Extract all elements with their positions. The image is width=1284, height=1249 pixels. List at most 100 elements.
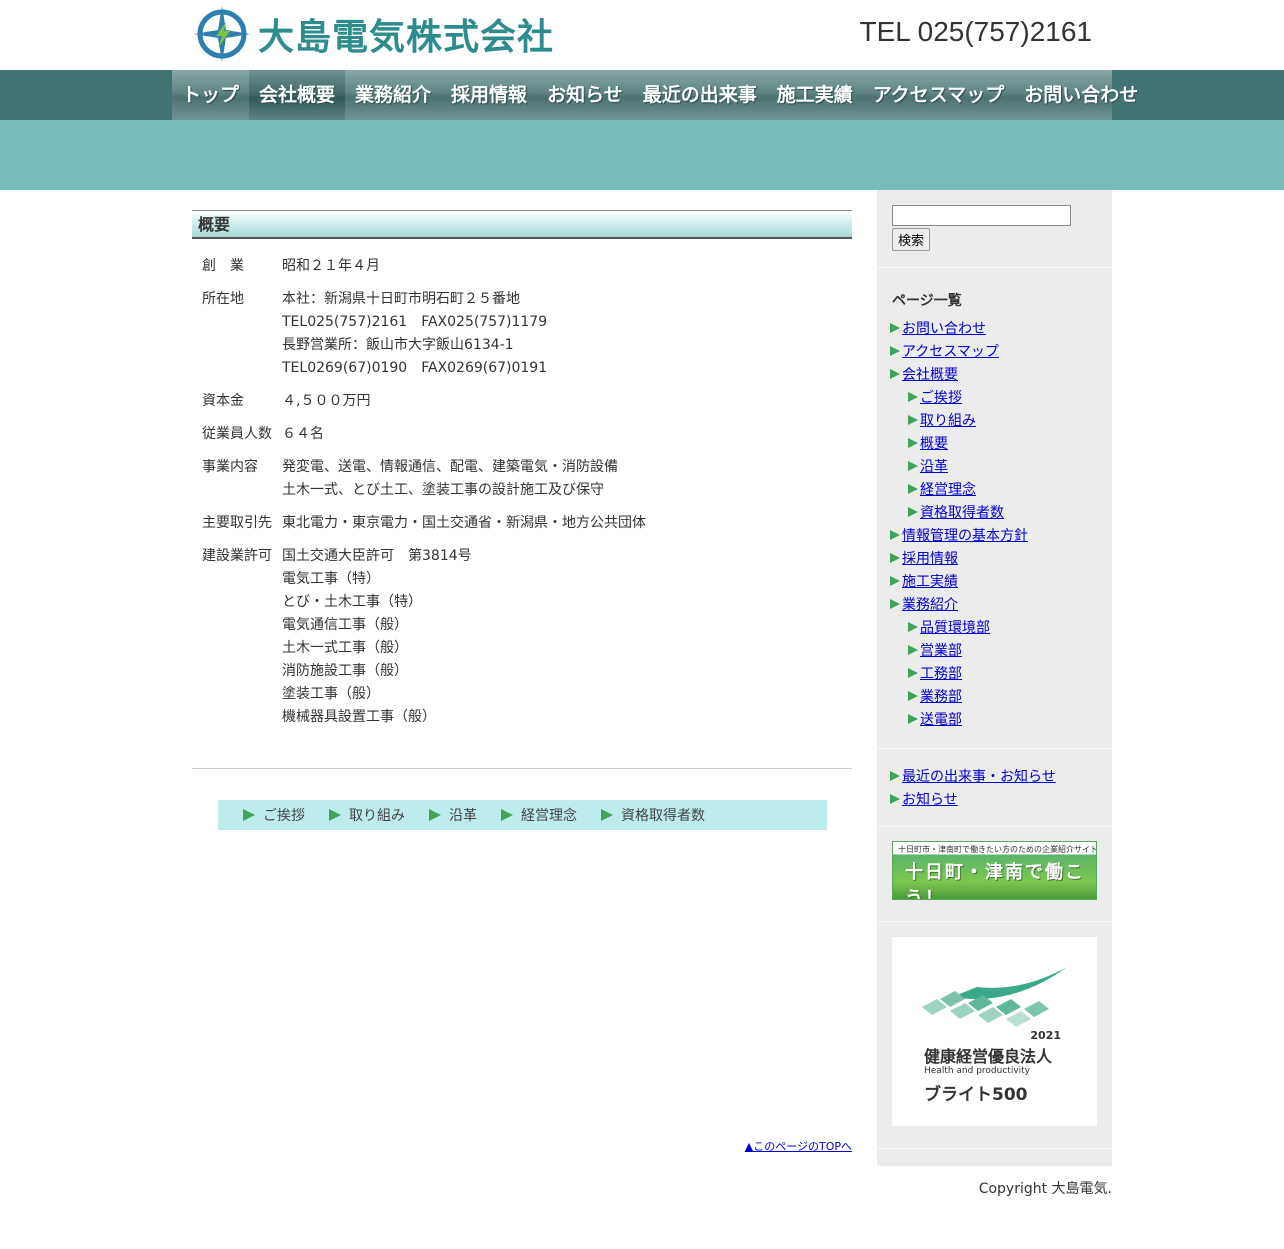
info-value: 本社：新潟県十日町市明石町２５番地 TEL025(757)2161 FAX025(…	[282, 288, 852, 380]
sidebar-item: 資格取得者数	[892, 500, 1097, 523]
arrow-right-icon	[908, 644, 918, 655]
nav-item[interactable]: 施工実績	[767, 70, 863, 120]
content: 概要 創 業 昭和２１年４月 所在地 本社：新潟県十日町市明石町２５番地 TEL025(…	[192, 190, 852, 1166]
banner-title: 健康経営優良法人	[924, 1047, 1053, 1066]
sidebar-item: 採用情報	[890, 546, 1097, 569]
sidebar-link[interactable]: お知らせ	[902, 789, 958, 809]
banner-english: Health and productivity	[924, 1066, 1031, 1076]
info-value-line: 電気通信工事（般）	[282, 617, 408, 633]
arrow-right-icon	[908, 713, 918, 724]
site-header: 大島電気株式会社 TEL 025(757)2161	[172, 0, 1112, 70]
subnav-link[interactable]: 経営理念	[501, 805, 577, 825]
arrow-right-icon	[890, 529, 900, 540]
banner-headline: 十日町・津南で働こう！	[905, 862, 1085, 900]
arrow-right-icon	[890, 575, 900, 586]
nav-item[interactable]: 業務紹介	[345, 70, 441, 120]
arrow-right-icon	[908, 437, 918, 448]
work-in-tokamachi-banner[interactable]: 十日町市・津南町で働きたい方のための企業紹介サイト 十日町・津南で働こう！	[892, 841, 1097, 900]
sidebar-item: 最近の出来事・お知らせ	[890, 764, 1097, 787]
arrow-right-icon	[908, 483, 918, 494]
sidebar-item: 業務部	[892, 684, 1097, 707]
info-label: 資本金	[202, 393, 244, 409]
sidebar-item: 概要	[892, 431, 1097, 454]
info-value-line: 土木一式工事（般）	[282, 640, 408, 656]
info-label: 事業内容	[202, 459, 258, 475]
page-wrapper: 大島電気株式会社 TEL 025(757)2161	[172, 0, 1112, 70]
sidebar-link[interactable]: 業務部	[920, 686, 962, 706]
subnav-label: 資格取得者数	[621, 808, 705, 824]
sidebar-item: 沿革	[892, 454, 1097, 477]
phone-number: TEL 025(757)2161	[859, 16, 1092, 47]
sidebar-link[interactable]: 会社概要	[902, 364, 958, 384]
subnav-link[interactable]: 資格取得者数	[601, 805, 705, 825]
sidebar-link[interactable]: お問い合わせ	[902, 318, 986, 338]
sidebar-link[interactable]: 品質環境部	[920, 617, 990, 637]
arrow-right-icon	[601, 809, 613, 821]
sidebar-link[interactable]: 概要	[920, 433, 948, 453]
sidebar-item: 業務紹介	[890, 592, 1097, 615]
sidebar-link[interactable]: 情報管理の基本方針	[902, 525, 1028, 545]
sidebar-item: アクセスマップ	[890, 339, 1097, 362]
sidebar-link[interactable]: 採用情報	[902, 548, 958, 568]
info-label: 主要取引先	[202, 515, 272, 531]
subnav-link[interactable]: 沿革	[429, 805, 477, 825]
sidebar-link[interactable]: 沿革	[920, 456, 948, 476]
info-value-line: 東北電力・東京電力・国土交通省・新潟県・地方公共団体	[282, 515, 646, 531]
subnav-label: 経営理念	[521, 808, 577, 824]
nav-item[interactable]: 採用情報	[441, 70, 537, 120]
info-value-line: 本社：新潟県十日町市明石町２５番地	[282, 291, 520, 307]
subnav-link[interactable]: ご挨拶	[243, 805, 305, 825]
info-value-line: TEL025(757)2161 FAX025(757)1179	[282, 314, 548, 330]
sidebar-link[interactable]: 最近の出来事・お知らせ	[902, 766, 1056, 786]
subnav-link[interactable]: 取り組み	[329, 805, 405, 825]
info-value-line: 塗装工事（般）	[282, 686, 380, 702]
sidebar-link[interactable]: 資格取得者数	[920, 502, 1004, 522]
info-value-line: とび・土木工事（特）	[282, 594, 422, 610]
arrow-right-icon	[890, 770, 900, 781]
info-value-line: TEL0269(67)0190 FAX0269(67)0191	[282, 360, 548, 376]
sidebar-link[interactable]: 業務紹介	[902, 594, 958, 614]
company-logo[interactable]: 大島電気株式会社	[192, 4, 554, 64]
sidebar-link[interactable]: アクセスマップ	[902, 341, 999, 361]
health-management-banner[interactable]: 2021 健康経営優良法人 Health and productivity ブラ…	[892, 937, 1097, 1126]
nav-item[interactable]: お知らせ	[537, 70, 633, 120]
sidebar-link[interactable]: 取り組み	[920, 410, 976, 430]
sidebar-item: ご挨拶	[892, 385, 1097, 408]
news-links: 最近の出来事・お知らせ お知らせ	[877, 749, 1112, 827]
arrow-right-icon	[501, 809, 513, 821]
search-input[interactable]	[892, 205, 1071, 226]
sidebar-link[interactable]: 営業部	[920, 640, 962, 660]
sidebar-item: 情報管理の基本方針	[890, 523, 1097, 546]
nav-item[interactable]: 最近の出来事	[633, 70, 767, 120]
info-value-line: 土木一式、とび土工、塗装工事の設計施工及び保守	[282, 482, 604, 498]
company-info-table: 創 業 昭和２１年４月 所在地 本社：新潟県十日町市明石町２５番地 TEL025(757…	[192, 255, 852, 729]
search-button[interactable]: 検索	[892, 228, 931, 251]
section-title: 概要	[192, 210, 852, 239]
info-value-line: 国土交通大臣許可 第3814号	[282, 548, 472, 564]
sidebar-link[interactable]: 工務部	[920, 663, 962, 683]
nav-bar: トップ 会社概要 業務紹介 採用情報 お知らせ 最近の出来事 施工実績 アクセスマップ お問い合…	[0, 70, 1284, 120]
main-nav: トップ 会社概要 業務紹介 採用情報 お知らせ 最近の出来事 施工実績 アクセスマップ お問い合…	[172, 70, 1138, 120]
info-value: ４,５００万円	[282, 390, 852, 413]
nav-item[interactable]: トップ	[172, 70, 249, 120]
banner-brand: ブライト500	[924, 1085, 1028, 1105]
sidebar-link[interactable]: ご挨拶	[920, 387, 962, 407]
info-value-line: 長野営業所：飯山市大字飯山6134-1	[282, 337, 514, 353]
page-top-link[interactable]: ▲このページのTOPへ	[745, 1138, 852, 1154]
nav-item[interactable]: 会社概要	[249, 70, 346, 120]
company-name: 大島電気株式会社	[258, 17, 555, 58]
compass-lightning-icon	[194, 6, 250, 62]
info-value-line: 機械器具設置工事（般）	[282, 709, 436, 725]
sidebar-link[interactable]: 施工実績	[902, 571, 958, 591]
sidebar-link[interactable]: 経営理念	[920, 479, 976, 499]
nav-item[interactable]: アクセスマップ	[863, 70, 1014, 120]
info-value-line: 昭和２１年４月	[282, 258, 380, 274]
nav-item[interactable]: お問い合わせ	[1014, 70, 1148, 120]
sidebar-item: 営業部	[892, 638, 1097, 661]
copyright: Copyright 大島電気.	[978, 1181, 1112, 1197]
info-label: 従業員人数	[202, 426, 272, 442]
info-value-line: 電気工事（特）	[282, 571, 380, 587]
sidebar-link[interactable]: 送電部	[920, 709, 962, 729]
arrow-right-icon	[908, 391, 918, 402]
info-value: 東北電力・東京電力・国土交通省・新潟県・地方公共団体	[282, 512, 852, 535]
